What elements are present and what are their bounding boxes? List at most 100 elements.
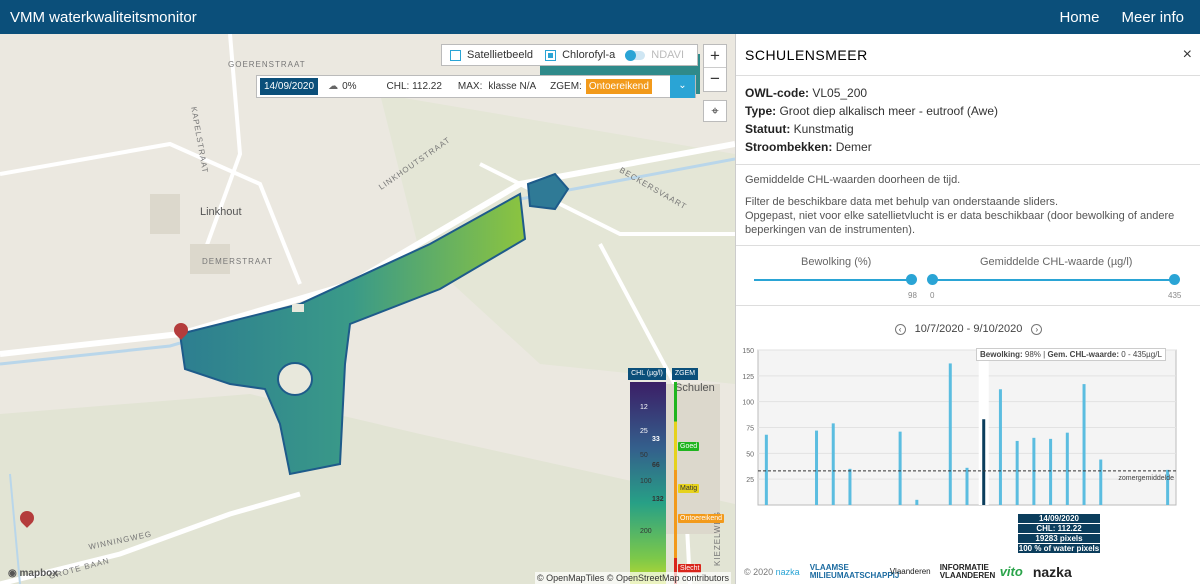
panel-title: SCHULENSMEER bbox=[736, 34, 1200, 76]
nav-home-link[interactable]: Home bbox=[1059, 9, 1099, 26]
legend-tick: 200 bbox=[640, 528, 652, 535]
cloud-slider-label: Bewolking (%) bbox=[801, 256, 872, 268]
chevron-left-icon[interactable]: ‹ bbox=[894, 323, 906, 335]
top-bar: VMM waterkwaliteitsmonitor Home Meer inf… bbox=[0, 0, 1200, 34]
chlorofyl-label: Chlorofyl-a bbox=[562, 49, 616, 61]
statuut-label: Statuut: bbox=[745, 122, 791, 136]
selected-date[interactable]: 14/09/2020 bbox=[260, 78, 319, 95]
chl-slider-min: 0 bbox=[930, 291, 935, 300]
chart-bar bbox=[848, 468, 852, 505]
chart-bar bbox=[815, 430, 819, 505]
mapbox-logo[interactable]: ◉ mapbox bbox=[8, 568, 58, 579]
description: Gemiddelde CHL-waarden doorheen de tijd.… bbox=[736, 165, 1200, 246]
chl-legend: CHL (µg/l) ZGEM 12 25 33 50 66 100 132 2… bbox=[628, 368, 725, 584]
cloud-slider-handle[interactable] bbox=[906, 274, 917, 285]
ndavi-toggle[interactable] bbox=[625, 49, 646, 61]
stroom-label: Stroombekken: bbox=[745, 140, 833, 154]
tooltip-chl: CHL: 112.22 bbox=[1018, 524, 1100, 533]
chart-bar bbox=[965, 467, 969, 505]
chart-filter-summary: Bewolking: 98% | Gem. CHL-waarde: 0 - 43… bbox=[976, 348, 1166, 361]
chart-bar bbox=[915, 499, 919, 505]
tooltip-date: 14/09/2020 bbox=[1018, 514, 1100, 523]
filter-sliders: Bewolking (%) 98 Gemiddelde CHL-waarde (… bbox=[736, 246, 1200, 306]
legend-tick: 12 bbox=[640, 404, 648, 411]
tooltip-pixels: 19283 pixels bbox=[1018, 534, 1100, 543]
vmm-logo[interactable]: VLAAMSE MILIEUMAATSCHAPPIJ bbox=[810, 564, 900, 580]
date-range-nav: ‹ 10/7/2020 - 9/10/2020 › bbox=[736, 323, 1200, 335]
chart-bar bbox=[1049, 438, 1053, 505]
chart-bar bbox=[1015, 440, 1019, 505]
chl-slider-max: 435 bbox=[1168, 291, 1182, 300]
zoom-out-button[interactable]: − bbox=[704, 68, 726, 91]
zoom-control: + − bbox=[703, 44, 727, 92]
date-range: 10/7/2020 - 9/10/2020 bbox=[914, 323, 1023, 335]
satellite-label: Satellietbeeld bbox=[467, 49, 534, 61]
chart-bar bbox=[1065, 432, 1069, 505]
zgem-badge: Ontoereikend bbox=[585, 79, 652, 94]
vlaanderen-logo[interactable]: Vlaanderen bbox=[890, 568, 931, 576]
chart-y-tick-label: 50 bbox=[746, 451, 754, 458]
chart-bar bbox=[764, 434, 768, 505]
chart-reference-label: zomergemiddelde bbox=[1118, 475, 1174, 482]
chart-cloud-label: Bewolking: bbox=[980, 350, 1023, 359]
legend-tick: 50 bbox=[640, 452, 648, 459]
chlorofyl-checkbox[interactable] bbox=[545, 49, 557, 61]
legend-class-bar bbox=[674, 382, 677, 584]
chart-tooltip: 14/09/2020 CHL: 112.22 19283 pixels 100 … bbox=[1018, 514, 1100, 553]
zoom-in-button[interactable]: + bbox=[704, 45, 726, 68]
detail-panel: SCHULENSMEER × OWL-code: VL05_200 Type: … bbox=[735, 34, 1200, 584]
type-label: Type: bbox=[745, 104, 777, 118]
type-value: Groot diep alkalisch meer - eutroof (Awe… bbox=[779, 104, 999, 118]
legend-tick: 25 bbox=[640, 428, 648, 435]
chart-cloud-value: 98% bbox=[1024, 350, 1041, 359]
street-demerstraat: DEMERSTRAAT bbox=[202, 257, 273, 266]
legend-tick: 100 bbox=[640, 478, 652, 485]
max-value: klasse N/A bbox=[488, 81, 537, 92]
vito-logo[interactable]: vito bbox=[1000, 565, 1023, 578]
owl-value: VL05_200 bbox=[812, 86, 868, 100]
chevron-right-icon[interactable]: › bbox=[1031, 323, 1043, 335]
chl-slider-track[interactable] bbox=[932, 279, 1174, 281]
legend-tick: 33 bbox=[652, 436, 660, 443]
desc-filter: Filter de beschikbare data met behulp va… bbox=[745, 196, 1059, 208]
stroom-value: Demer bbox=[835, 140, 872, 154]
chart-bar bbox=[831, 423, 835, 505]
chl-chart: 25 50 75 100 125 150 zomergemiddelde Bewolking… bbox=[736, 342, 1200, 567]
chart-bar bbox=[1032, 437, 1036, 505]
chart-bar bbox=[982, 419, 986, 505]
map-attribution[interactable]: © OpenMapTiles © OpenStreetMap contribut… bbox=[534, 572, 731, 584]
chart-chl-label: Gem. CHL-waarde: bbox=[1047, 350, 1120, 359]
chart-bar bbox=[1099, 459, 1103, 505]
chart-y-tick-label: 125 bbox=[742, 374, 754, 381]
cloud-percent: 0% bbox=[342, 81, 357, 92]
cloud-slider-track[interactable] bbox=[754, 279, 911, 281]
chart-bar bbox=[948, 363, 952, 505]
map-canvas bbox=[0, 34, 735, 584]
satellite-checkbox[interactable] bbox=[450, 49, 461, 61]
informatie-vlaanderen-logo[interactable]: INFORMATIE VLAANDEREN bbox=[940, 564, 996, 580]
legend-tick: 132 bbox=[652, 496, 664, 503]
map-view[interactable]: Linkhout Schulen GOERENSTRAAT KAPELSTRAA… bbox=[0, 34, 735, 584]
locate-button[interactable]: ⌖ bbox=[703, 100, 727, 122]
statuut-value: Kunstmatig bbox=[793, 122, 854, 136]
place-linkhout: Linkhout bbox=[200, 206, 242, 218]
chl-slider-max-handle[interactable] bbox=[1169, 274, 1180, 285]
top-nav: Home Meer info bbox=[1059, 9, 1184, 26]
chart-y-tick-label: 75 bbox=[746, 426, 754, 433]
layer-switcher: Satellietbeeld Chlorofyl-a NDAVI bbox=[441, 44, 698, 66]
nav-more-info-link[interactable]: Meer info bbox=[1121, 9, 1184, 26]
panel-footer: © 2020 nazka VLAAMSE MILIEUMAATSCHAPPIJ … bbox=[736, 560, 1200, 584]
close-icon[interactable]: × bbox=[1183, 46, 1192, 64]
chart-bar bbox=[898, 431, 902, 505]
chl-slider-min-handle[interactable] bbox=[927, 274, 938, 285]
max-label: MAX: bbox=[457, 81, 483, 92]
chart-y-tick-label: 150 bbox=[742, 348, 754, 355]
cloud-slider-max: 98 bbox=[908, 291, 917, 300]
chl-bar-chart[interactable]: 25 50 75 100 125 150 zomergemiddelde bbox=[736, 342, 1200, 562]
nazka-logo[interactable]: nazka bbox=[1033, 565, 1072, 579]
chart-chl-value: 0 - 435µg/L bbox=[1121, 350, 1162, 359]
chart-y-tick-label: 100 bbox=[742, 400, 754, 407]
legend-class-matig: Matig bbox=[678, 484, 700, 493]
zgem-label: ZGEM: bbox=[550, 81, 582, 92]
chevron-down-icon[interactable]: ⌄ bbox=[670, 75, 695, 98]
